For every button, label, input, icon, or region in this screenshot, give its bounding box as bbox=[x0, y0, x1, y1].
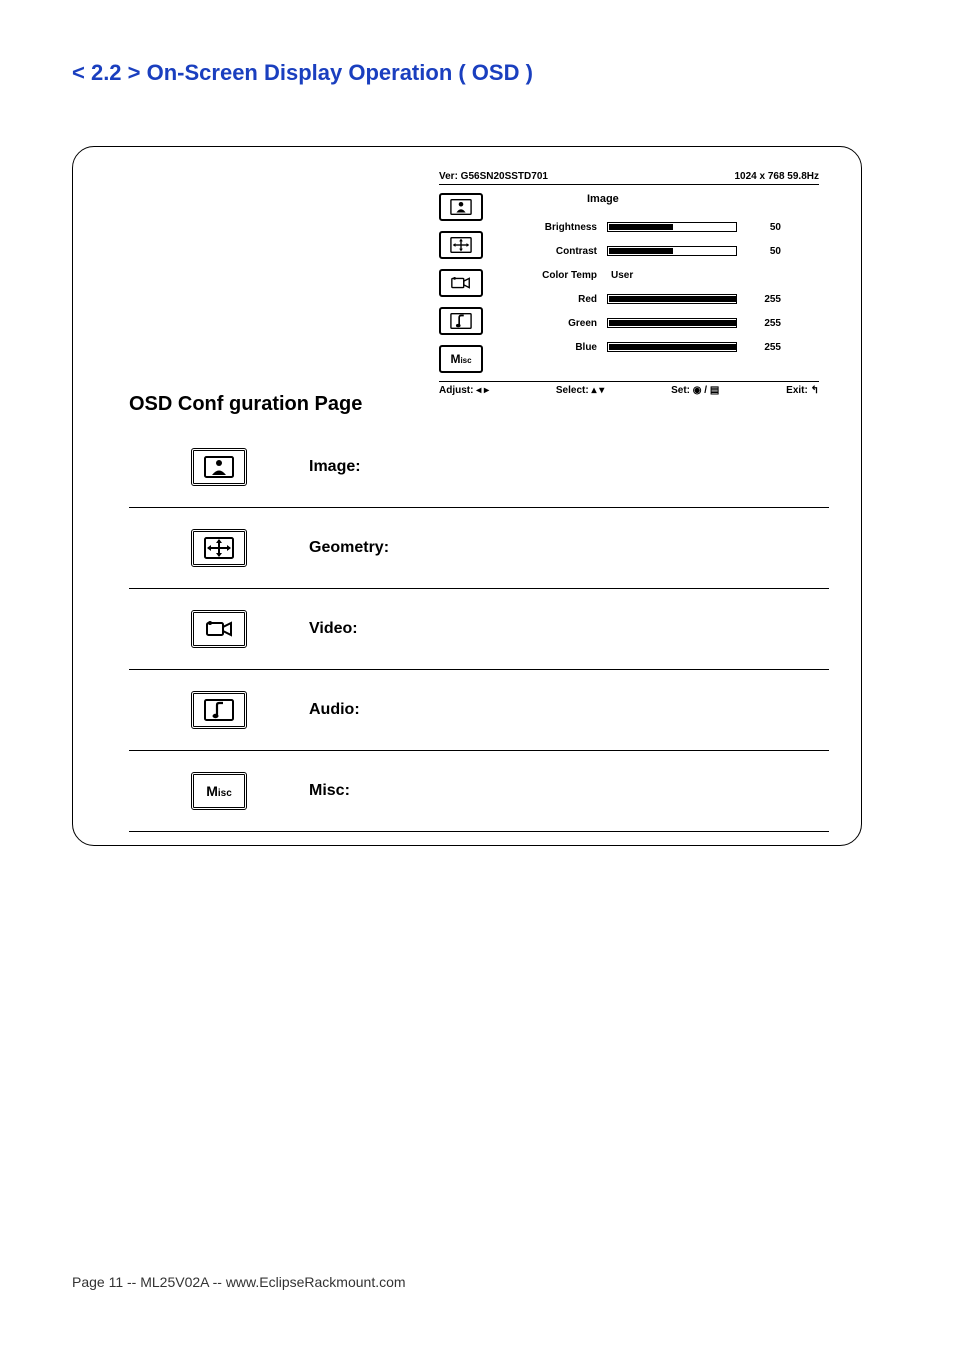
conf-label-video: Video: bbox=[309, 620, 358, 638]
osd-row-blue: Blue 255 bbox=[517, 335, 819, 359]
conf-label-audio: Audio: bbox=[309, 701, 360, 719]
red-value: 255 bbox=[747, 294, 781, 305]
osd-row-red: Red 255 bbox=[517, 287, 819, 311]
hint-exit: Exit: ↰ bbox=[786, 385, 819, 396]
image-icon bbox=[439, 193, 483, 221]
page-footer: Page 11 -- ML25V02A -- www.EclipseRackmo… bbox=[72, 1274, 406, 1290]
contrast-value: 50 bbox=[747, 246, 781, 257]
geometry-icon bbox=[191, 529, 247, 567]
audio-icon bbox=[191, 691, 247, 729]
osd-version: Ver: G56SN20SSTD701 bbox=[439, 171, 548, 182]
hint-select: Select: ▴ ▾ bbox=[556, 385, 604, 396]
section-title: < 2.2 > On-Screen Display Operation ( OS… bbox=[72, 60, 882, 86]
osd-row-brightness: Brightness 50 bbox=[517, 215, 819, 239]
osd-row-green: Green 255 bbox=[517, 311, 819, 335]
misc-icon: Misc bbox=[439, 345, 483, 373]
video-icon bbox=[439, 269, 483, 297]
contrast-bar bbox=[607, 246, 737, 256]
blue-bar bbox=[607, 342, 737, 352]
brightness-bar bbox=[607, 222, 737, 232]
conf-row-video: Video: bbox=[129, 589, 829, 670]
misc-icon: Misc bbox=[191, 772, 247, 810]
video-icon bbox=[191, 610, 247, 648]
red-bar bbox=[607, 294, 737, 304]
green-bar bbox=[607, 318, 737, 328]
image-icon bbox=[191, 448, 247, 486]
conf-label-image: Image: bbox=[309, 458, 361, 476]
conf-row-geometry: Geometry: bbox=[129, 508, 829, 589]
geometry-icon bbox=[439, 231, 483, 259]
page: < 2.2 > On-Screen Display Operation ( OS… bbox=[0, 0, 954, 1350]
conf-row-misc: Misc Misc: bbox=[129, 751, 829, 832]
red-label: Red bbox=[517, 294, 597, 305]
conf-row-audio: Audio: bbox=[129, 670, 829, 751]
blue-label: Blue bbox=[517, 342, 597, 353]
brightness-value: 50 bbox=[747, 222, 781, 233]
colortemp-label: Color Temp bbox=[517, 270, 597, 281]
hint-adjust: Adjust: ◂ ▸ bbox=[439, 385, 489, 396]
content-frame: Ver: G56SN20SSTD701 1024 x 768 59.8Hz bbox=[72, 146, 862, 846]
osd-resolution: 1024 x 768 59.8Hz bbox=[734, 171, 819, 182]
colortemp-value: User bbox=[607, 270, 633, 281]
osd-hints: Adjust: ◂ ▸ Select: ▴ ▾ Set: ◉ / ▤ Exit:… bbox=[439, 381, 819, 396]
osd-screenshot: Ver: G56SN20SSTD701 1024 x 768 59.8Hz bbox=[439, 171, 819, 396]
brightness-label: Brightness bbox=[517, 222, 597, 233]
osd-config-title: OSD Conf guration Page bbox=[129, 393, 362, 416]
osd-config-list: Image: Geometry: Video: Audio: bbox=[129, 427, 829, 832]
green-label: Green bbox=[517, 318, 597, 329]
osd-settings-panel: Image Brightness 50 Contrast 50 Color Te… bbox=[499, 193, 819, 373]
contrast-label: Contrast bbox=[517, 246, 597, 257]
conf-label-misc: Misc: bbox=[309, 782, 350, 800]
green-value: 255 bbox=[747, 318, 781, 329]
osd-header: Ver: G56SN20SSTD701 1024 x 768 59.8Hz bbox=[439, 171, 819, 185]
audio-icon bbox=[439, 307, 483, 335]
osd-row-contrast: Contrast 50 bbox=[517, 239, 819, 263]
hint-set: Set: ◉ / ▤ bbox=[671, 385, 719, 396]
conf-row-image: Image: bbox=[129, 427, 829, 508]
osd-section-heading: Image bbox=[517, 193, 819, 205]
osd-nav-icons: Misc bbox=[439, 193, 499, 373]
blue-value: 255 bbox=[747, 342, 781, 353]
osd-row-colortemp: Color Temp User bbox=[517, 263, 819, 287]
conf-label-geometry: Geometry: bbox=[309, 539, 389, 557]
